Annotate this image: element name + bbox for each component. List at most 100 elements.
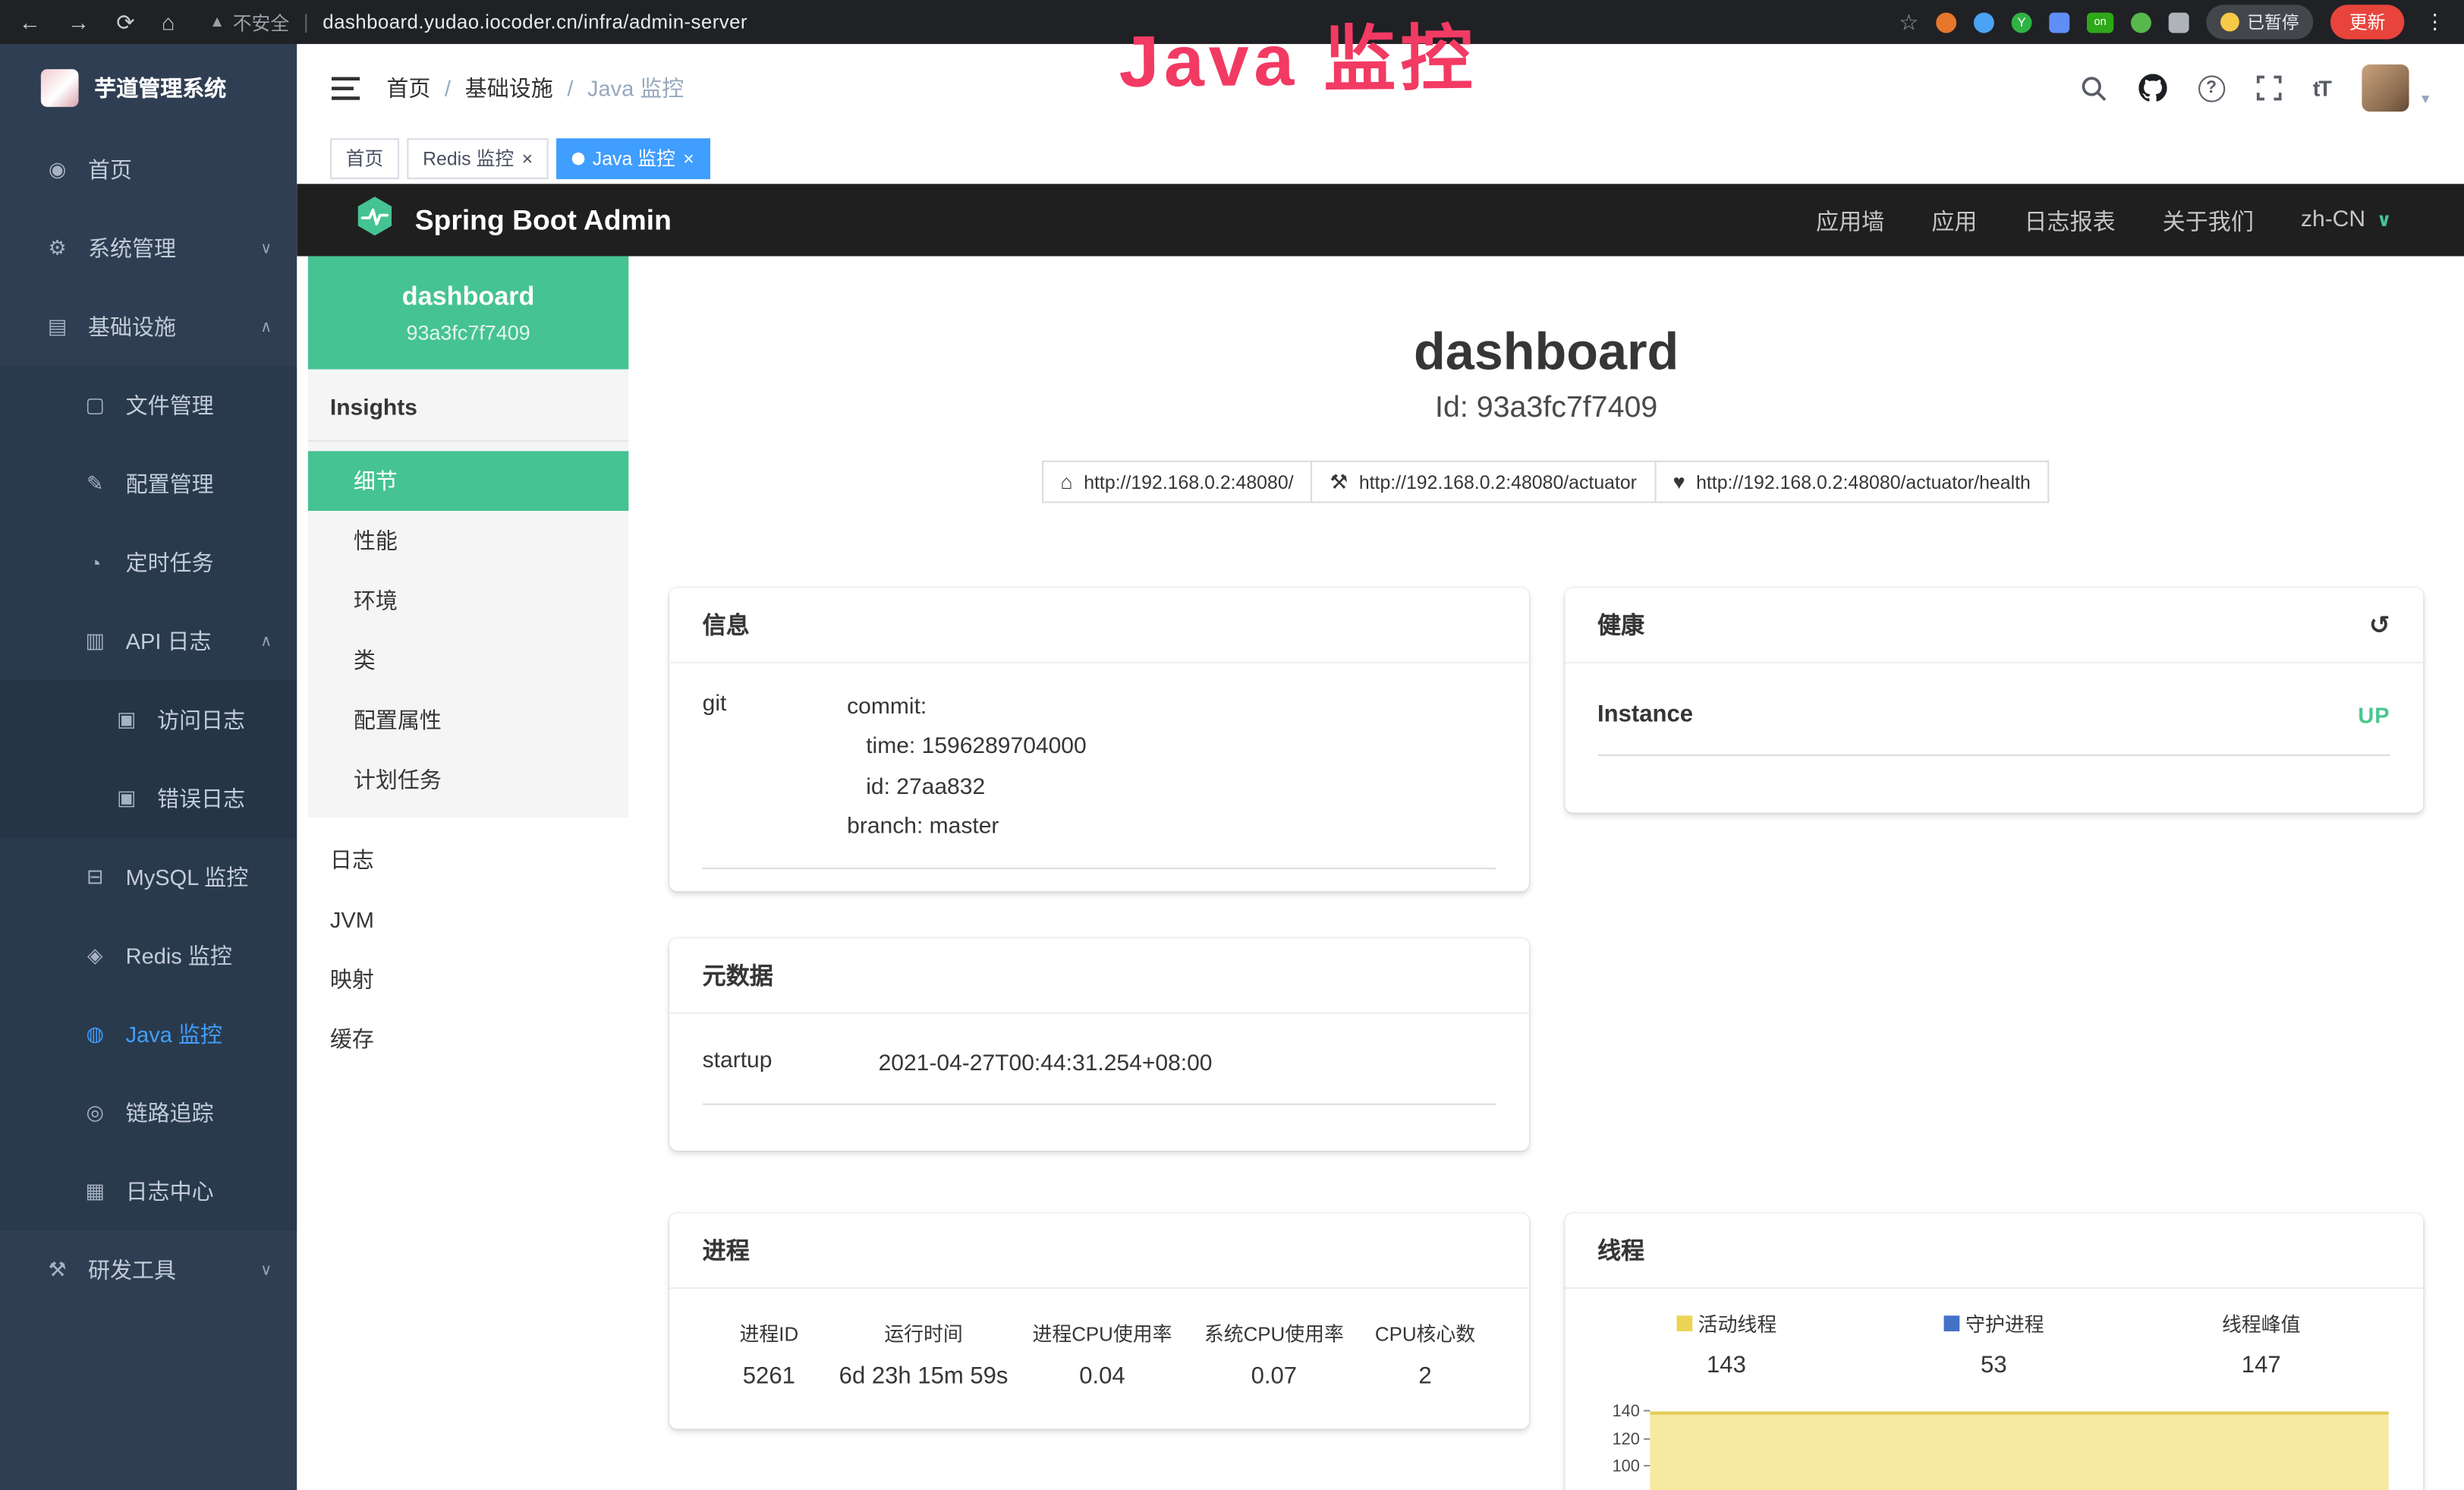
sidebar-item-home[interactable]: ◉ 首页	[0, 131, 297, 209]
instance-id-line: Id: 93a3fc7f7409	[669, 392, 2423, 427]
instance-id: 93a3fc7f7409	[406, 320, 530, 343]
sba-item-details[interactable]: 细节	[308, 451, 628, 511]
extension-icon-drop[interactable]	[1974, 12, 1994, 33]
legend-peak-threads: 线程峰值 147	[2128, 1308, 2395, 1378]
sba-instance-block[interactable]: dashboard 93a3fc7f7409	[308, 257, 628, 370]
infra-icon: ▤	[44, 314, 71, 339]
browser-menu-icon[interactable]: ⋮	[2425, 9, 2445, 34]
history-icon[interactable]: ↺	[2369, 609, 2390, 640]
browser-forward-icon[interactable]: →	[68, 9, 90, 34]
sidebar-item-config-manage[interactable]: ✎ 配置管理	[0, 445, 297, 524]
chevron-up-icon: ∧	[260, 632, 272, 650]
sba-nav: 应用墙 应用 日志报表 关于我们 zh-CN ∨	[1816, 203, 2392, 236]
sba-nav-wallboard[interactable]: 应用墙	[1816, 203, 1884, 236]
bookmark-star-icon[interactable]: ☆	[1899, 8, 1918, 35]
sba-nav-applications[interactable]: 应用	[1931, 203, 1977, 236]
sidebar-item-scheduled-job[interactable]: ◔ 定时任务	[0, 524, 297, 603]
sba-locale-select[interactable]: zh-CN ∨	[2301, 207, 2392, 232]
tools-icon: ⚒	[44, 1258, 71, 1283]
sidebar-item-java-monitor[interactable]: ◍ Java 监控	[0, 995, 297, 1074]
process-table-values: 5261 6d 23h 15m 59s 0.04 0.07 2	[707, 1362, 1490, 1389]
extension-icon-on[interactable]: on	[2087, 12, 2113, 33]
instance-root-link[interactable]: ⌂ http://192.168.0.2:48080/	[1042, 461, 1313, 503]
health-link[interactable]: ♥ http://192.168.0.2:48080/actuator/heal…	[1654, 461, 2050, 503]
metadata-value: 2021-04-27T00:44:31.254+08:00	[879, 1045, 1496, 1085]
y-tick: 140	[1613, 1403, 1640, 1420]
extension-icon-leaf[interactable]	[2131, 12, 2151, 33]
tick-mark	[1643, 1410, 1649, 1412]
github-icon[interactable]	[2138, 74, 2167, 102]
sba-item-logs[interactable]: 日志	[308, 830, 628, 890]
breadcrumb-home[interactable]: 首页	[386, 72, 430, 103]
link-label: http://192.168.0.2:48080/actuator/health	[1696, 471, 2031, 493]
sba-brand-title[interactable]: Spring Boot Admin	[415, 203, 672, 236]
file-icon: ▢	[82, 393, 109, 418]
extension-icon-grid[interactable]	[2049, 12, 2069, 33]
sidebar-item-mysql-monitor[interactable]: ⊟ MySQL 监控	[0, 838, 297, 917]
font-size-icon[interactable]: tT	[2313, 75, 2330, 100]
health-instance-label: Instance	[1597, 701, 1693, 728]
browser-reload-icon[interactable]: ⟳	[116, 8, 134, 35]
log-icon: ▥	[82, 628, 109, 654]
chevron-down-icon: ∨	[260, 240, 272, 257]
sba-item-environment[interactable]: 环境	[308, 571, 628, 631]
paused-badge[interactable]: 已暂停	[2206, 5, 2313, 39]
extensions-puzzle-icon[interactable]	[2169, 12, 2189, 33]
sba-nav-about[interactable]: 关于我们	[2163, 203, 2254, 236]
sidebar-toggle-icon[interactable]	[332, 76, 360, 99]
tab-java-monitor[interactable]: Java 监控 ×	[556, 137, 710, 178]
locale-label: zh-CN	[2301, 207, 2365, 232]
app-logo-row[interactable]: 芋道管理系统	[0, 44, 297, 131]
sidebar-item-dev-tools[interactable]: ⚒ 研发工具 ∨	[0, 1230, 297, 1309]
sba-item-scheduled-tasks[interactable]: 计划任务	[308, 750, 628, 810]
sba-item-classes[interactable]: 类	[308, 630, 628, 690]
link-label: http://192.168.0.2:48080/actuator	[1359, 471, 1637, 493]
sidebar-item-file-manage[interactable]: ▢ 文件管理	[0, 366, 297, 445]
extension-icon-y[interactable]: Y	[2012, 12, 2032, 33]
sba-item-caches[interactable]: 缓存	[308, 1009, 628, 1069]
search-icon[interactable]	[2080, 74, 2107, 101]
threads-legend: 活动线程 143 守护进程	[1593, 1308, 2395, 1378]
user-avatar[interactable]	[2362, 65, 2409, 112]
sidebar-label: 首页	[88, 154, 132, 185]
sba-menu-list: 日志 JVM 映射 缓存	[308, 830, 628, 1069]
card-title: 健康	[1597, 608, 1644, 641]
breadcrumb: 首页 / 基础设施 / Java 监控	[386, 72, 684, 103]
sba-nav-journal[interactable]: 日志报表	[2025, 203, 2116, 236]
active-dot-icon	[572, 152, 585, 165]
sba-item-config-props[interactable]: 配置属性	[308, 690, 628, 750]
sidebar-item-trace[interactable]: ◎ 链路追踪	[0, 1073, 297, 1152]
help-icon[interactable]: ?	[2198, 74, 2225, 101]
sidebar-item-api-log[interactable]: ▥ API 日志 ∧	[0, 602, 297, 681]
info-card: 信息 git commit: time: 1596289704000 id: 2…	[669, 587, 1528, 891]
extension-icon-orange[interactable]	[1936, 12, 1956, 33]
col-value: 2	[1360, 1362, 1490, 1389]
sidebar-item-redis-monitor[interactable]: ◈ Redis 监控	[0, 916, 297, 995]
sba-item-mappings[interactable]: 映射	[308, 950, 628, 1010]
sidebar-item-access-log[interactable]: ▣ 访问日志	[0, 681, 297, 760]
fullscreen-icon[interactable]	[2256, 75, 2281, 100]
sba-item-performance[interactable]: 性能	[308, 511, 628, 571]
sidebar-item-log-center[interactable]: ▦ 日志中心	[0, 1152, 297, 1231]
sba-item-jvm[interactable]: JVM	[308, 890, 628, 950]
chart-y-axis: 140 120 100	[1593, 1403, 1650, 1490]
sidebar-item-error-log[interactable]: ▣ 错误日志	[0, 759, 297, 838]
card-title: 元数据	[703, 959, 773, 991]
tab-close-icon[interactable]: ×	[683, 149, 694, 168]
tab-home[interactable]: 首页	[330, 137, 399, 178]
tab-close-icon[interactable]: ×	[522, 149, 533, 168]
sidebar-item-infra[interactable]: ▤ 基础设施 ∧	[0, 288, 297, 367]
legend-value: 143	[1593, 1352, 1860, 1378]
security-warning[interactable]: ▲ 不安全	[209, 8, 289, 35]
browser-update-button[interactable]: 更新	[2330, 5, 2404, 39]
sidebar-label: 链路追踪	[126, 1097, 214, 1128]
actuator-link[interactable]: ⚒ http://192.168.0.2:48080/actuator	[1311, 461, 1655, 503]
sidebar-item-system[interactable]: ⚙ 系统管理 ∨	[0, 209, 297, 288]
address-bar[interactable]: ▲ 不安全 | dashboard.yudao.iocoder.cn/infra…	[209, 8, 747, 35]
browser-home-icon[interactable]: ⌂	[162, 9, 175, 34]
tab-redis-monitor[interactable]: Redis 监控 ×	[407, 137, 548, 178]
col-header: 进程CPU使用率	[1016, 1317, 1188, 1347]
page-url[interactable]: dashboard.yudao.iocoder.cn/infra/admin-s…	[323, 11, 747, 33]
browser-back-icon[interactable]: ←	[19, 9, 41, 34]
breadcrumb-section[interactable]: 基础设施	[465, 72, 553, 103]
